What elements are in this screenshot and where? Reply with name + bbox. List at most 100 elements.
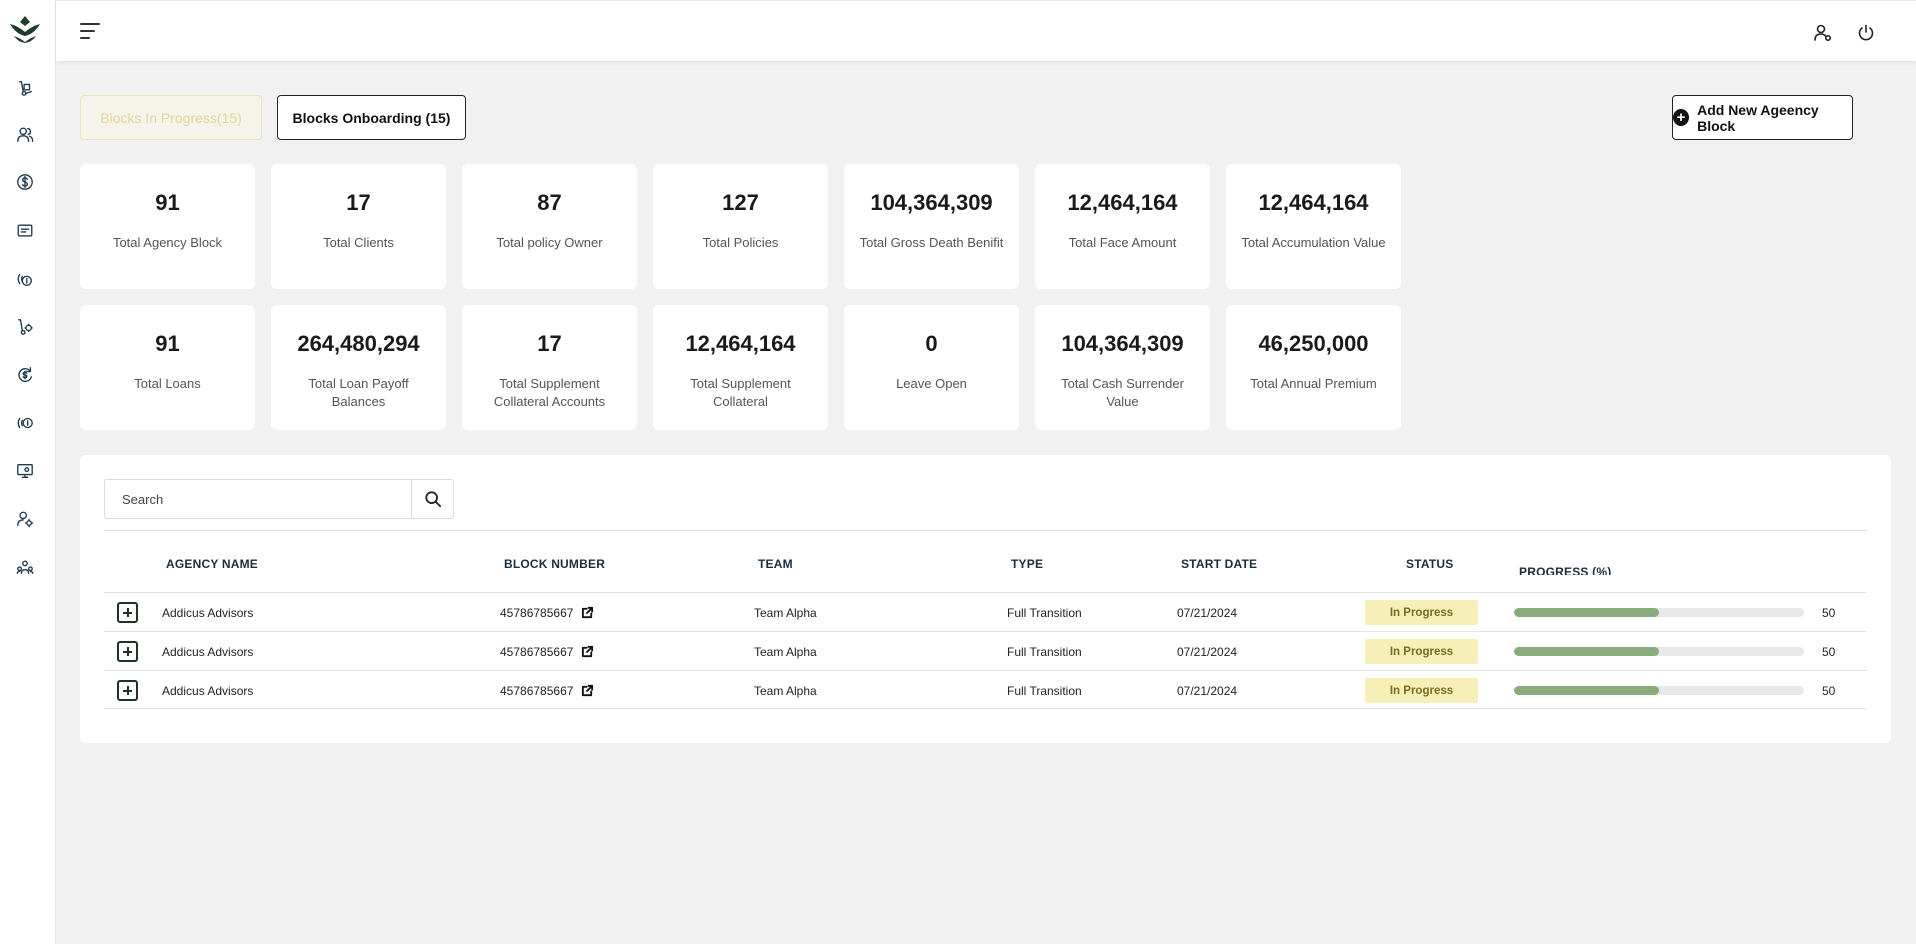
- team-cell: Team Alpha: [754, 684, 817, 698]
- hand-truck-icon[interactable]: [14, 77, 36, 99]
- external-link-icon[interactable]: [581, 684, 594, 697]
- user-settings-icon[interactable]: [1813, 23, 1833, 43]
- hand-truck-settings-icon[interactable]: [14, 316, 36, 338]
- expand-row-icon[interactable]: [117, 602, 138, 623]
- top-header: [56, 0, 1916, 61]
- stat-label: Total Clients: [323, 235, 394, 250]
- start-date-cell: 07/21/2024: [1177, 684, 1238, 698]
- power-icon[interactable]: [1856, 23, 1876, 43]
- type-cell: Full Transition: [1007, 684, 1082, 698]
- stat-card-total-cash-surrender-value: 104,364,309 Total Cash Surrender Value: [1035, 305, 1210, 430]
- hamburger-menu-icon[interactable]: [80, 21, 102, 41]
- monitor-settings-icon[interactable]: [14, 460, 36, 482]
- table-row: Addicus Advisors 45786785667 Team Alpha …: [104, 670, 1867, 709]
- divider: [104, 530, 1867, 531]
- broadcast-money-icon[interactable]: [14, 412, 36, 434]
- column-header-progress[interactable]: PROGRESS (%): [1519, 565, 1611, 575]
- user-gear-icon[interactable]: [14, 508, 36, 530]
- stat-card-total-agency-block: 91 Total Agency Block: [80, 164, 255, 289]
- agency-blocks-panel: AGENCY NAME BLOCK NUMBER TEAM TYPE START…: [80, 455, 1891, 743]
- block-number-cell: 45786785667: [500, 606, 594, 620]
- stat-card-total-gross-death-benefit: 104,364,309 Total Gross Death Benifit: [844, 164, 1019, 289]
- users-icon[interactable]: [14, 123, 36, 145]
- stat-value: 12,464,164: [1258, 190, 1369, 215]
- expand-row-icon[interactable]: [117, 680, 138, 701]
- block-number-cell: 45786785667: [500, 645, 594, 659]
- team-network-icon[interactable]: [14, 556, 36, 578]
- stat-card-total-face-amount: 12,464,164 Total Face Amount: [1035, 164, 1210, 289]
- stat-card-total-accumulation-value: 12,464,164 Total Accumulation Value: [1226, 164, 1401, 289]
- stat-value: 104,364,309: [1061, 331, 1184, 356]
- agency-name-cell: Addicus Advisors: [162, 684, 254, 698]
- tab-blocks-in-progress[interactable]: Blocks In Progress(15): [80, 95, 262, 140]
- type-cell: Full Transition: [1007, 606, 1082, 620]
- progress-fill: [1514, 608, 1659, 617]
- plus-circle-icon: +: [1673, 109, 1690, 126]
- stat-card-total-policy-owner: 87 Total policy Owner: [462, 164, 637, 289]
- block-number-text: 45786785667: [500, 684, 574, 698]
- stat-label: Total Supplement Collateral: [690, 376, 791, 409]
- search-input[interactable]: [105, 480, 411, 518]
- brand-logo[interactable]: [8, 14, 42, 44]
- table-row: Addicus Advisors 45786785667 Team Alpha …: [104, 592, 1867, 631]
- stat-label: Total Accumulation Value: [1241, 235, 1386, 250]
- external-link-icon[interactable]: [581, 645, 594, 658]
- stats-grid: 91 Total Agency Block 17 Total Clients 87 T…: [80, 164, 1402, 430]
- progress-value: 50: [1822, 684, 1836, 698]
- message-icon[interactable]: [14, 220, 36, 242]
- stat-value: 91: [155, 190, 180, 215]
- stat-label: Total Cash Surrender Value: [1061, 376, 1184, 409]
- column-header-block-number[interactable]: BLOCK NUMBER: [504, 557, 605, 571]
- stat-value: 104,364,309: [870, 190, 993, 215]
- column-header-type[interactable]: TYPE: [1011, 557, 1043, 571]
- start-date-cell: 07/21/2024: [1177, 606, 1238, 620]
- start-date-cell: 07/21/2024: [1177, 645, 1238, 659]
- expand-row-icon[interactable]: [117, 641, 138, 662]
- stat-label: Total Agency Block: [112, 235, 223, 250]
- team-cell: Team Alpha: [754, 606, 817, 620]
- stat-value: 264,480,294: [297, 331, 420, 356]
- stat-value: 0: [925, 331, 938, 356]
- column-header-start-date[interactable]: START DATE: [1181, 557, 1257, 571]
- progress-bar: [1514, 608, 1804, 617]
- status-badge: In Progress: [1365, 639, 1478, 664]
- progress-fill: [1514, 686, 1659, 695]
- stat-value: 87: [537, 190, 562, 215]
- add-new-agency-block-button[interactable]: + Add New Ageency Block: [1672, 95, 1853, 140]
- status-badge: In Progress: [1365, 600, 1478, 625]
- column-header-team[interactable]: TEAM: [758, 557, 793, 571]
- stat-card-total-loan-payoff-balances: 264,480,294 Total Loan Payoff Balances: [271, 305, 446, 430]
- progress-value: 50: [1822, 645, 1836, 659]
- type-cell: Full Transition: [1007, 645, 1082, 659]
- team-cell: Team Alpha: [754, 645, 817, 659]
- stat-card-total-supplement-collateral-accounts: 17 Total Supplement Collateral Accounts: [462, 305, 637, 430]
- block-number-cell: 45786785667: [500, 684, 594, 698]
- column-header-agency-name[interactable]: AGENCY NAME: [166, 557, 258, 571]
- tab-blocks-onboarding[interactable]: Blocks Onboarding (15): [277, 95, 466, 140]
- stat-label: Leave Open: [896, 376, 967, 391]
- search-icon: [424, 491, 441, 508]
- stat-value: 12,464,164: [1067, 190, 1178, 215]
- signal-money-icon[interactable]: [14, 268, 36, 290]
- dollar-refresh-icon[interactable]: [14, 364, 36, 386]
- progress-bar: [1514, 686, 1804, 695]
- block-number-text: 45786785667: [500, 606, 574, 620]
- dollar-circle-icon[interactable]: [14, 171, 36, 193]
- stat-value: 46,250,000: [1258, 331, 1369, 356]
- stat-card-total-clients: 17 Total Clients: [271, 164, 446, 289]
- stat-card-total-loans: 91 Total Loans: [80, 305, 255, 430]
- stat-label: Total Face Amount: [1068, 235, 1177, 250]
- progress-value: 50: [1822, 606, 1836, 620]
- stat-label: Total policy Owner: [496, 235, 603, 250]
- stat-label: Total Annual Premium: [1250, 376, 1377, 391]
- progress-bar: [1514, 647, 1804, 656]
- stat-label: Total Loans: [134, 376, 201, 391]
- stat-label: Total Policies: [702, 235, 779, 250]
- column-header-status[interactable]: STATUS: [1406, 557, 1453, 571]
- add-new-agency-block-label: Add New Ageency Block: [1697, 101, 1819, 134]
- external-link-icon[interactable]: [581, 606, 594, 619]
- search-button[interactable]: [411, 480, 453, 518]
- stat-value: 12,464,164: [685, 331, 796, 356]
- stat-value: 91: [155, 331, 180, 356]
- search-box: [104, 479, 454, 519]
